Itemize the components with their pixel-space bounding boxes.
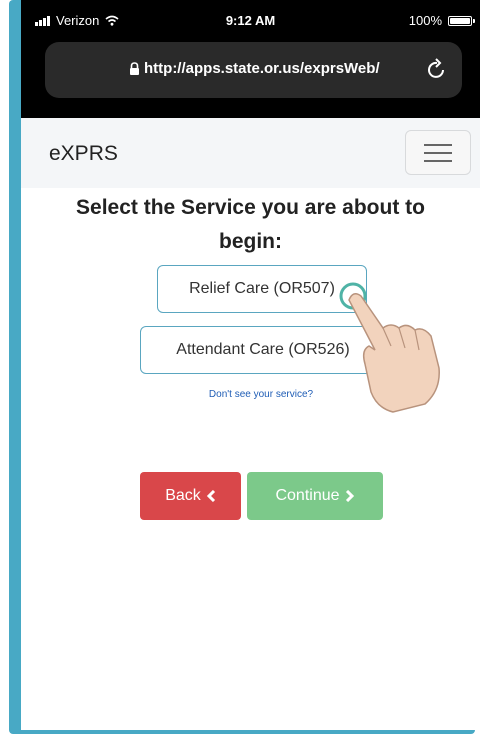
phone-screen: Verizon 9:12 AM 100% http://apps.state.o… (21, 0, 480, 730)
lock-icon (130, 62, 139, 75)
status-right: 100% (408, 13, 475, 28)
page-heading: Select the Service you are about to begi… (21, 188, 480, 259)
url-bar[interactable]: http://apps.state.or.us/exprsWeb/ (45, 42, 462, 98)
continue-button[interactable]: Continue (247, 472, 383, 520)
pointing-hand-icon (339, 282, 440, 413)
chevron-left-icon (206, 490, 215, 502)
reload-icon[interactable] (424, 54, 450, 82)
back-button[interactable]: Back (140, 472, 241, 520)
status-bar: Verizon 9:12 AM 100% http://apps.state.o… (21, 0, 480, 118)
continue-label: Continue (275, 487, 340, 504)
chevron-right-icon (345, 490, 354, 502)
url-text: http://apps.state.or.us/exprsWeb/ (144, 60, 380, 77)
back-label: Back (165, 487, 201, 504)
navbar: eXPRS (21, 118, 480, 188)
service-button-relief-care[interactable]: Relief Care (OR507) (157, 265, 367, 313)
battery-percent: 100% (408, 13, 442, 28)
brand-title[interactable]: eXPRS (49, 142, 118, 166)
heading-line-1: Select the Service you are about to (76, 196, 425, 219)
heading-line-2: begin: (219, 230, 282, 253)
menu-icon[interactable] (405, 130, 471, 175)
battery-icon (448, 15, 475, 26)
url-display[interactable]: http://apps.state.or.us/exprsWeb/ (129, 60, 380, 77)
device-frame: Verizon 9:12 AM 100% http://apps.state.o… (9, 0, 480, 734)
